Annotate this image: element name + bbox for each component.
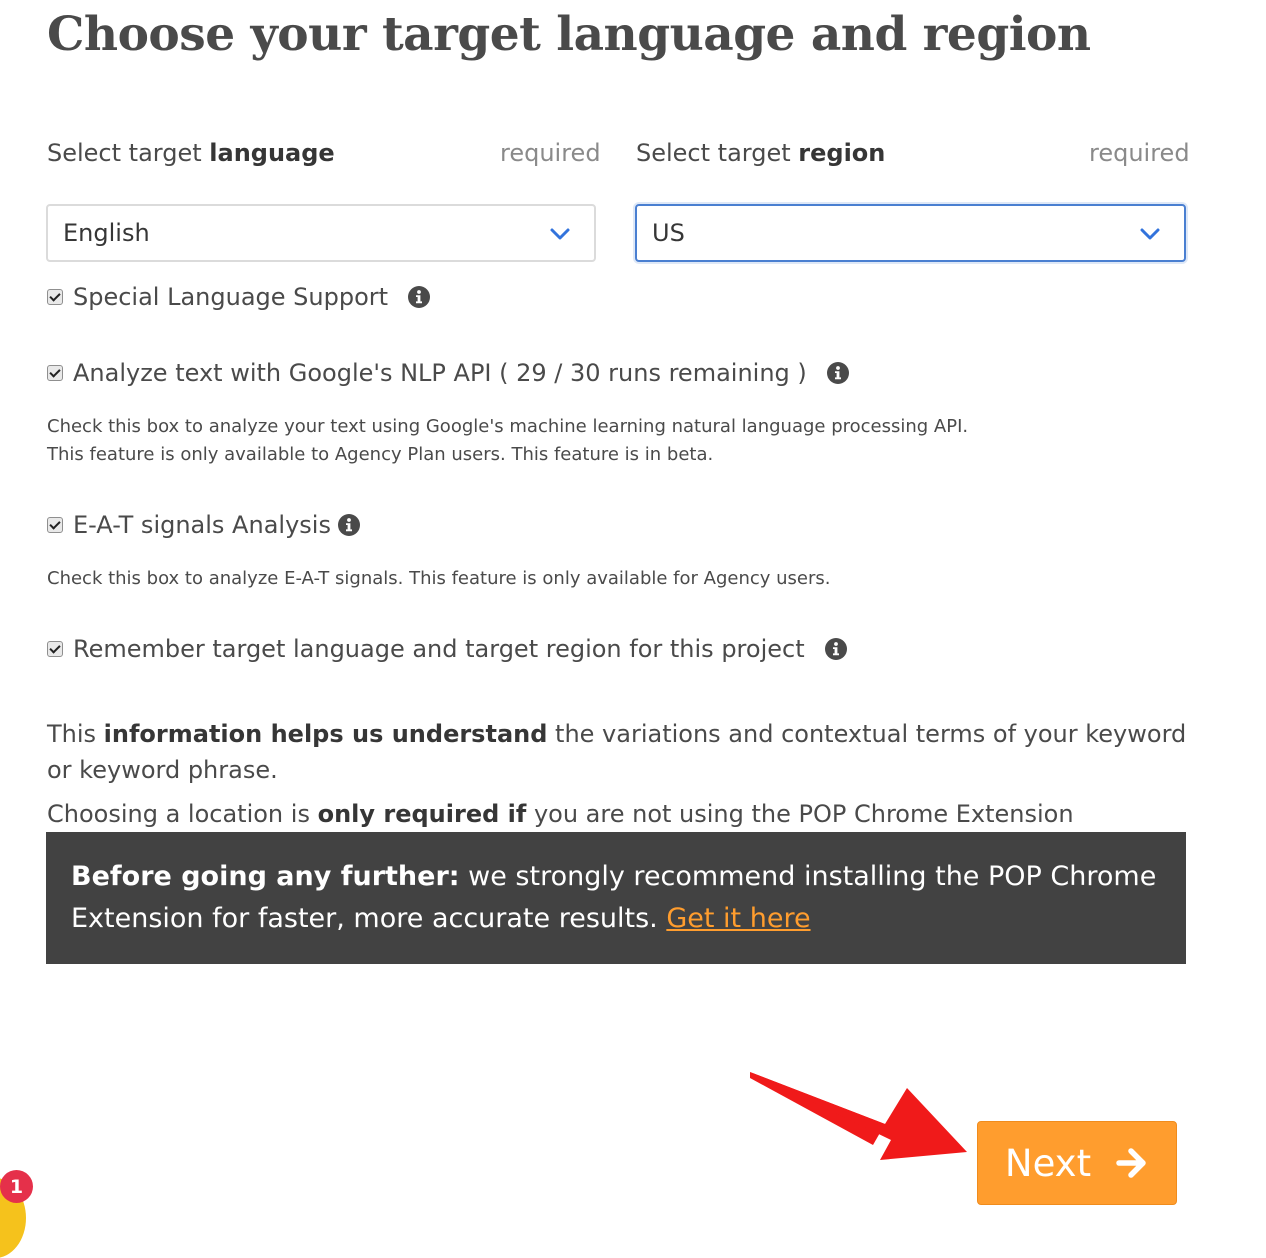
location-note-emphasis: only required if <box>317 800 527 828</box>
location-note-text: Choosing a location is <box>47 800 318 828</box>
chevron-down-icon <box>550 228 570 240</box>
region-select-value: US <box>652 219 685 247</box>
region-select[interactable]: US <box>635 204 1186 262</box>
region-label-bold: region <box>798 139 886 167</box>
language-select[interactable]: English <box>46 204 596 262</box>
info-icon[interactable] <box>824 638 847 660</box>
next-button[interactable]: Next <box>977 1121 1177 1205</box>
remember-checkbox[interactable] <box>47 641 63 657</box>
eat-label: E-A-T signals Analysis <box>73 511 331 539</box>
location-note: Choosing a location is only required if … <box>47 796 1192 832</box>
region-label: Select target region <box>636 136 885 170</box>
nlp-checkbox[interactable] <box>47 365 63 381</box>
language-label: Select target language <box>47 136 335 170</box>
nlp-help-line-1: Check this box to analyze your text usin… <box>47 416 969 437</box>
arrow-right-icon <box>1116 1148 1146 1178</box>
page-title: Choose your target language and region <box>47 7 1091 62</box>
remember-option[interactable]: Remember target language and target regi… <box>47 632 847 666</box>
info-icon[interactable] <box>337 514 360 536</box>
red-pointer-arrow <box>750 1072 967 1160</box>
region-required-hint: required <box>1089 139 1190 167</box>
region-label-prefix: Select target <box>636 139 799 167</box>
next-button-label: Next <box>1004 1141 1092 1185</box>
remember-label: Remember target language and target regi… <box>73 635 805 663</box>
nlp-label: Analyze text with Google's NLP API ( 29 … <box>73 359 807 387</box>
description-emphasis: information helps us understand <box>103 720 548 748</box>
special-language-label: Special Language Support <box>73 283 389 311</box>
nlp-help-line-2: This feature is only available to Agency… <box>47 444 714 465</box>
special-language-checkbox[interactable] <box>47 289 63 305</box>
description-paragraph: This information helps us understand the… <box>47 716 1192 788</box>
language-label-bold: language <box>209 139 335 167</box>
special-language-option[interactable]: Special Language Support <box>47 280 431 314</box>
chevron-down-icon <box>1140 228 1160 240</box>
eat-option[interactable]: E-A-T signals Analysis <box>47 508 360 542</box>
eat-help: Check this box to analyze E-A-T signals.… <box>47 568 831 589</box>
nlp-option[interactable]: Analyze text with Google's NLP API ( 29 … <box>47 356 849 390</box>
banner-heading: Before going any further: <box>71 861 460 892</box>
get-extension-link[interactable]: Get it here <box>666 903 810 934</box>
location-note-text: you are not using the POP Chrome Extensi… <box>526 800 1074 828</box>
info-icon[interactable] <box>826 362 849 384</box>
language-label-prefix: Select target <box>47 139 210 167</box>
info-icon[interactable] <box>408 286 431 308</box>
extension-banner: Before going any further: we strongly re… <box>46 832 1186 964</box>
eat-checkbox[interactable] <box>47 517 63 533</box>
language-required-hint: required <box>500 139 601 167</box>
description-text: This <box>47 720 104 748</box>
language-select-value: English <box>63 219 150 247</box>
notification-badge[interactable]: 1 <box>0 1170 33 1203</box>
